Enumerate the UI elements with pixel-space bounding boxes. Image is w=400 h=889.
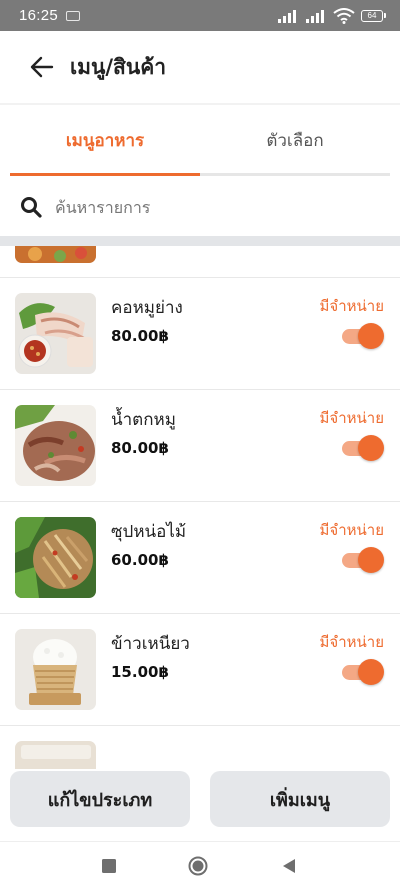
status-time: 16:25 (19, 7, 59, 24)
item-price: 80.00฿ (111, 439, 169, 457)
item-name: น้ำตกหมู (111, 410, 176, 430)
edit-category-button[interactable]: แก้ไขประเภท (10, 771, 190, 827)
availability-toggle[interactable] (340, 322, 384, 350)
item-price: 15.00฿ (111, 663, 169, 681)
item-price: 60.00฿ (111, 551, 169, 569)
add-menu-button[interactable]: เพิ่มเมนู (210, 771, 390, 827)
list-item-partial[interactable] (0, 726, 400, 769)
availability-toggle[interactable] (340, 546, 384, 574)
availability-label: มีจำหน่าย (319, 297, 384, 315)
list-item[interactable]: ข้าวเหนียว 15.00฿ มีจำหน่าย (0, 614, 400, 726)
section-divider (0, 236, 400, 246)
tab-menu-food[interactable]: เมนูอาหาร (10, 105, 200, 176)
status-icons: 64 (277, 7, 386, 24)
list-item[interactable]: คอหมูย่าง 80.00฿ มีจำหน่าย (0, 278, 400, 390)
item-name: ข้าวเหนียว (111, 634, 190, 654)
app-screen: 16:25 64 เมนู/สินค้า เมนูอาหาร ตัวเลือก … (0, 0, 400, 889)
bottom-action-bar: แก้ไขประเภท เพิ่มเมนู (0, 769, 400, 841)
back-button[interactable] (28, 53, 56, 81)
tab-active-indicator (10, 173, 200, 176)
search-bar (0, 180, 400, 234)
list-item-partial[interactable] (0, 246, 400, 278)
back-nav-button[interactable] (279, 856, 299, 876)
recent-apps-button[interactable] (99, 856, 119, 876)
signal-icon (278, 9, 296, 23)
home-circle-icon (188, 856, 208, 876)
item-name: คอหมูย่าง (111, 298, 183, 318)
food-image (15, 517, 96, 598)
signal-icon-2 (306, 9, 324, 23)
status-bar: 16:25 64 (0, 0, 400, 31)
home-button[interactable] (188, 856, 208, 876)
food-image (15, 293, 96, 374)
availability-toggle[interactable] (340, 434, 384, 462)
item-name: ซุปหน่อไม้ (111, 522, 187, 542)
battery-icon: 64 (361, 9, 386, 22)
list-item[interactable]: น้ำตกหมู 80.00฿ มีจำหน่าย (0, 390, 400, 502)
arrow-left-icon (30, 56, 54, 78)
tab-bar: เมนูอาหาร ตัวเลือก (10, 105, 390, 176)
food-image (15, 405, 96, 486)
food-image (15, 741, 96, 769)
search-input[interactable] (55, 197, 375, 217)
availability-label: มีจำหน่าย (319, 521, 384, 539)
square-icon (102, 859, 116, 873)
availability-label: มีจำหน่าย (319, 409, 384, 427)
item-price: 80.00฿ (111, 327, 169, 345)
triangle-back-icon (283, 859, 295, 873)
wifi-icon (333, 7, 355, 24)
message-notification-icon (66, 10, 81, 21)
battery-level: 64 (361, 9, 383, 22)
tab-options[interactable]: ตัวเลือก (200, 105, 390, 176)
food-image (15, 629, 96, 710)
food-image (15, 246, 96, 263)
availability-toggle[interactable] (340, 658, 384, 686)
availability-label: มีจำหน่าย (319, 633, 384, 651)
menu-list: คอหมูย่าง 80.00฿ มีจำหน่าย น้ำตกหมู 80.0… (0, 246, 400, 769)
page-title: เมนู/สินค้า (70, 54, 167, 79)
app-header: เมนู/สินค้า (0, 31, 400, 103)
search-icon (21, 197, 42, 218)
system-nav-bar (0, 841, 400, 889)
list-item[interactable]: ซุปหน่อไม้ 60.00฿ มีจำหน่าย (0, 502, 400, 614)
